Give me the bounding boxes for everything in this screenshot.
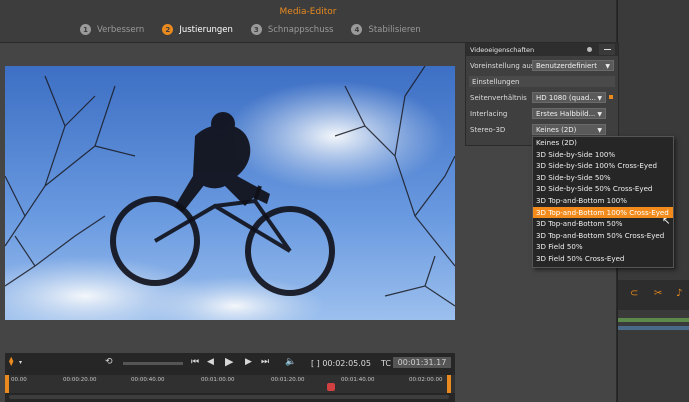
panel-title: Videoeigenschaften	[470, 45, 535, 54]
minimize-button[interactable]	[599, 44, 615, 55]
magnet-icon[interactable]: ⊂	[630, 288, 638, 299]
chevron-down-icon: ▼	[597, 127, 602, 134]
step-label: Schnappschuss	[267, 24, 334, 35]
video-preview[interactable]	[5, 66, 455, 320]
step-label: Stabilisieren	[368, 24, 421, 35]
step-number: 1	[80, 24, 91, 35]
step-tabs: 1 Verbessern 2 Justierungen 3 Schnappsch…	[80, 24, 421, 35]
stereo-3d-select[interactable]: Keines (2D) ▼	[532, 124, 606, 135]
interlacing-value: Erstes Halbbild...	[536, 109, 596, 118]
preset-label: Voreinstellung aus:	[470, 62, 537, 70]
marker-icon[interactable]: ⧫	[9, 357, 13, 367]
stereo-3d-dropdown-menu: Keines (2D) 3D Side-by-Side 100% 3D Side…	[532, 136, 674, 268]
dropdown-option[interactable]: 3D Top-and-Bottom 100%	[533, 195, 673, 207]
loop-icon[interactable]: ⟲	[105, 357, 113, 367]
razor-icon[interactable]: ✂	[654, 288, 662, 299]
stereo-3d-label: Stereo-3D	[470, 126, 506, 134]
video-frame-image	[5, 66, 455, 320]
dropdown-option[interactable]: 3D Side-by-Side 50%	[533, 172, 673, 184]
audio-icon[interactable]: ♪	[676, 288, 682, 299]
video-properties-panel: Videoeigenschaften Voreinstellung aus: B…	[465, 42, 619, 146]
panel-header: Videoeigenschaften	[466, 43, 618, 56]
step-number: 3	[250, 24, 262, 35]
dropdown-option[interactable]: 3D Side-by-Side 100% Cross-Eyed	[533, 160, 673, 172]
chevron-down-icon[interactable]: ▾	[19, 359, 22, 366]
chevron-down-icon: ▼	[605, 63, 610, 70]
playhead[interactable]	[327, 383, 335, 391]
ruler-label: 00.00	[11, 377, 27, 383]
interlacing-select[interactable]: Erstes Halbbild... ▼	[532, 108, 606, 119]
ruler-label: 00:00:20.00	[63, 377, 97, 383]
options-icon[interactable]	[587, 47, 592, 52]
aspect-ratio-label: Seitenverhältnis	[470, 94, 527, 102]
track-clip[interactable]	[618, 318, 689, 322]
interlacing-label: Interlacing	[470, 110, 508, 118]
end-marker[interactable]	[447, 375, 451, 393]
toolbar-strip: ⊂ ✂ ♪	[618, 280, 689, 310]
play-icon[interactable]: ▶	[225, 355, 233, 368]
tab-verbessern[interactable]: 1 Verbessern	[80, 24, 144, 35]
dropdown-option-highlighted[interactable]: 3D Top-and-Bottom 100% Cross-Eyed	[533, 206, 673, 219]
preset-select[interactable]: Benutzerdefiniert ▼	[532, 60, 614, 71]
timecode-display: [ ] 00:02:05.05	[311, 359, 371, 368]
tab-justierungen[interactable]: 2 Justierungen	[162, 24, 233, 35]
skip-end-icon[interactable]: ⏭	[261, 357, 269, 367]
tab-schnappschuss[interactable]: 3 Schnappschuss	[250, 24, 334, 35]
chevron-down-icon: ▼	[597, 111, 602, 118]
dropdown-option[interactable]: 3D Top-and-Bottom 50% Cross-Eyed	[533, 230, 673, 242]
chevron-down-icon: ▼	[597, 95, 602, 102]
editor-header: Media-Editor 1 Verbessern 2 Justierungen…	[0, 0, 616, 43]
dropdown-option[interactable]: Keines (2D)	[533, 137, 673, 149]
tab-stabilisieren[interactable]: 4 Stabilisieren	[351, 24, 421, 35]
step-number: 4	[351, 24, 363, 35]
dropdown-option[interactable]: 3D Field 50% Cross-Eyed	[533, 253, 673, 265]
volume-icon[interactable]: 🔈	[285, 357, 296, 367]
aspect-ratio-select[interactable]: HD 1080 (quad... ▼	[532, 92, 606, 103]
ruler-label: 00:01:20.00	[271, 377, 305, 383]
tc-value[interactable]: 00:01:31.17	[393, 357, 451, 368]
stereo-3d-value: Keines (2D)	[536, 125, 577, 134]
mouse-cursor-icon: ↖	[662, 216, 671, 227]
dropdown-option[interactable]: 3D Top-and-Bottom 50%	[533, 218, 673, 230]
step-forward-icon[interactable]: ▶	[245, 357, 252, 367]
aspect-ratio-value: HD 1080 (quad...	[536, 93, 596, 102]
step-number: 2	[162, 24, 174, 35]
ruler-label: 00:01:40.00	[341, 377, 375, 383]
preset-value: Benutzerdefiniert	[536, 61, 597, 70]
settings-section-header: Einstellungen	[469, 76, 615, 87]
dropdown-option[interactable]: 3D Side-by-Side 100%	[533, 149, 673, 161]
ruler-label: 00:02:00.00	[409, 377, 443, 383]
window-title: Media-Editor	[279, 7, 337, 17]
tc-label: TC	[381, 359, 392, 368]
time-ruler[interactable]: 00.00 00:00:20.00 00:00:40.00 00:01:00.0…	[5, 375, 455, 393]
ruler-label: 00:00:40.00	[131, 377, 165, 383]
transport-controls: ⧫ ▾ ⟲ ⏮ ◀ ▶ ▶ ⏭ 🔈 [ ] 00:02:05.05 TC 00:…	[5, 355, 455, 371]
shuttle-slider[interactable]	[123, 362, 183, 365]
timeline-scrollbar[interactable]	[9, 395, 449, 399]
step-back-icon[interactable]: ◀	[207, 357, 214, 367]
modified-indicator	[609, 95, 613, 99]
ruler-label: 00:01:00.00	[201, 377, 235, 383]
step-label: Justierungen	[179, 24, 233, 35]
skip-start-icon[interactable]: ⏮	[191, 357, 199, 367]
timeline-area: ⧫ ▾ ⟲ ⏮ ◀ ▶ ▶ ⏭ 🔈 [ ] 00:02:05.05 TC 00:…	[5, 353, 455, 402]
dropdown-option[interactable]: 3D Field 50%	[533, 241, 673, 253]
step-label: Verbessern	[97, 24, 145, 35]
start-marker[interactable]	[5, 375, 9, 393]
dropdown-option[interactable]: 3D Side-by-Side 50% Cross-Eyed	[533, 183, 673, 195]
track-clip[interactable]	[618, 326, 689, 330]
